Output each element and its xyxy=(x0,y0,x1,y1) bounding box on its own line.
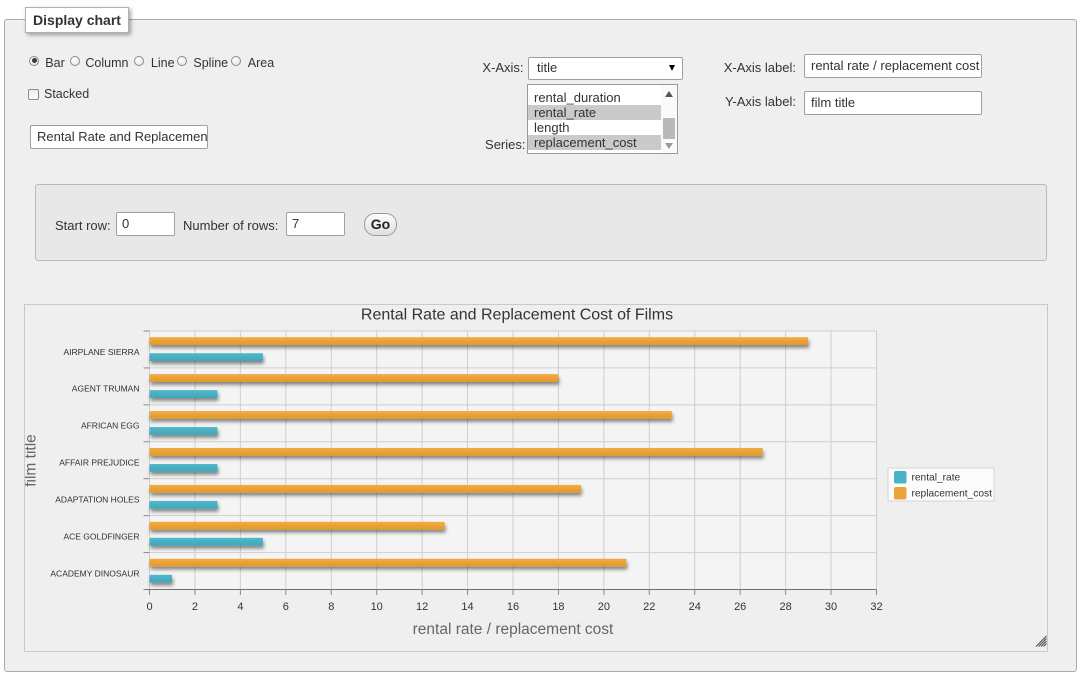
svg-text:rental_rate: rental_rate xyxy=(912,473,961,484)
svg-text:6: 6 xyxy=(283,601,289,613)
svg-text:0: 0 xyxy=(146,601,152,613)
svg-text:2: 2 xyxy=(192,601,198,613)
svg-text:28: 28 xyxy=(779,601,791,613)
svg-text:ACE GOLDFINGER: ACE GOLDFINGER xyxy=(63,531,139,541)
svg-text:32: 32 xyxy=(870,601,882,613)
svg-text:22: 22 xyxy=(643,601,655,613)
svg-text:26: 26 xyxy=(734,601,746,613)
svg-text:30: 30 xyxy=(825,601,837,613)
svg-text:ACADEMY DINOSAUR: ACADEMY DINOSAUR xyxy=(50,568,139,578)
svg-text:AIRPLANE SIERRA: AIRPLANE SIERRA xyxy=(63,347,139,357)
svg-text:16: 16 xyxy=(507,601,519,613)
svg-text:20: 20 xyxy=(598,601,610,613)
svg-text:AFRICAN EGG: AFRICAN EGG xyxy=(81,421,140,431)
svg-text:Rental Rate and Replacement Co: Rental Rate and Replacement Cost of Film… xyxy=(361,307,673,324)
svg-text:8: 8 xyxy=(328,601,334,613)
svg-text:24: 24 xyxy=(689,601,701,613)
svg-text:ADAPTATION HOLES: ADAPTATION HOLES xyxy=(55,495,140,505)
svg-text:replacement_cost: replacement_cost xyxy=(912,489,993,500)
svg-text:18: 18 xyxy=(552,601,564,613)
svg-text:4: 4 xyxy=(237,601,243,613)
svg-text:film title: film title xyxy=(25,434,40,487)
svg-text:12: 12 xyxy=(416,601,428,613)
svg-text:14: 14 xyxy=(461,601,473,613)
svg-text:AFFAIR PREJUDICE: AFFAIR PREJUDICE xyxy=(59,458,140,468)
svg-text:rental rate / replacement cost: rental rate / replacement cost xyxy=(413,621,614,638)
svg-text:10: 10 xyxy=(371,601,383,613)
svg-text:AGENT TRUMAN: AGENT TRUMAN xyxy=(72,384,140,394)
